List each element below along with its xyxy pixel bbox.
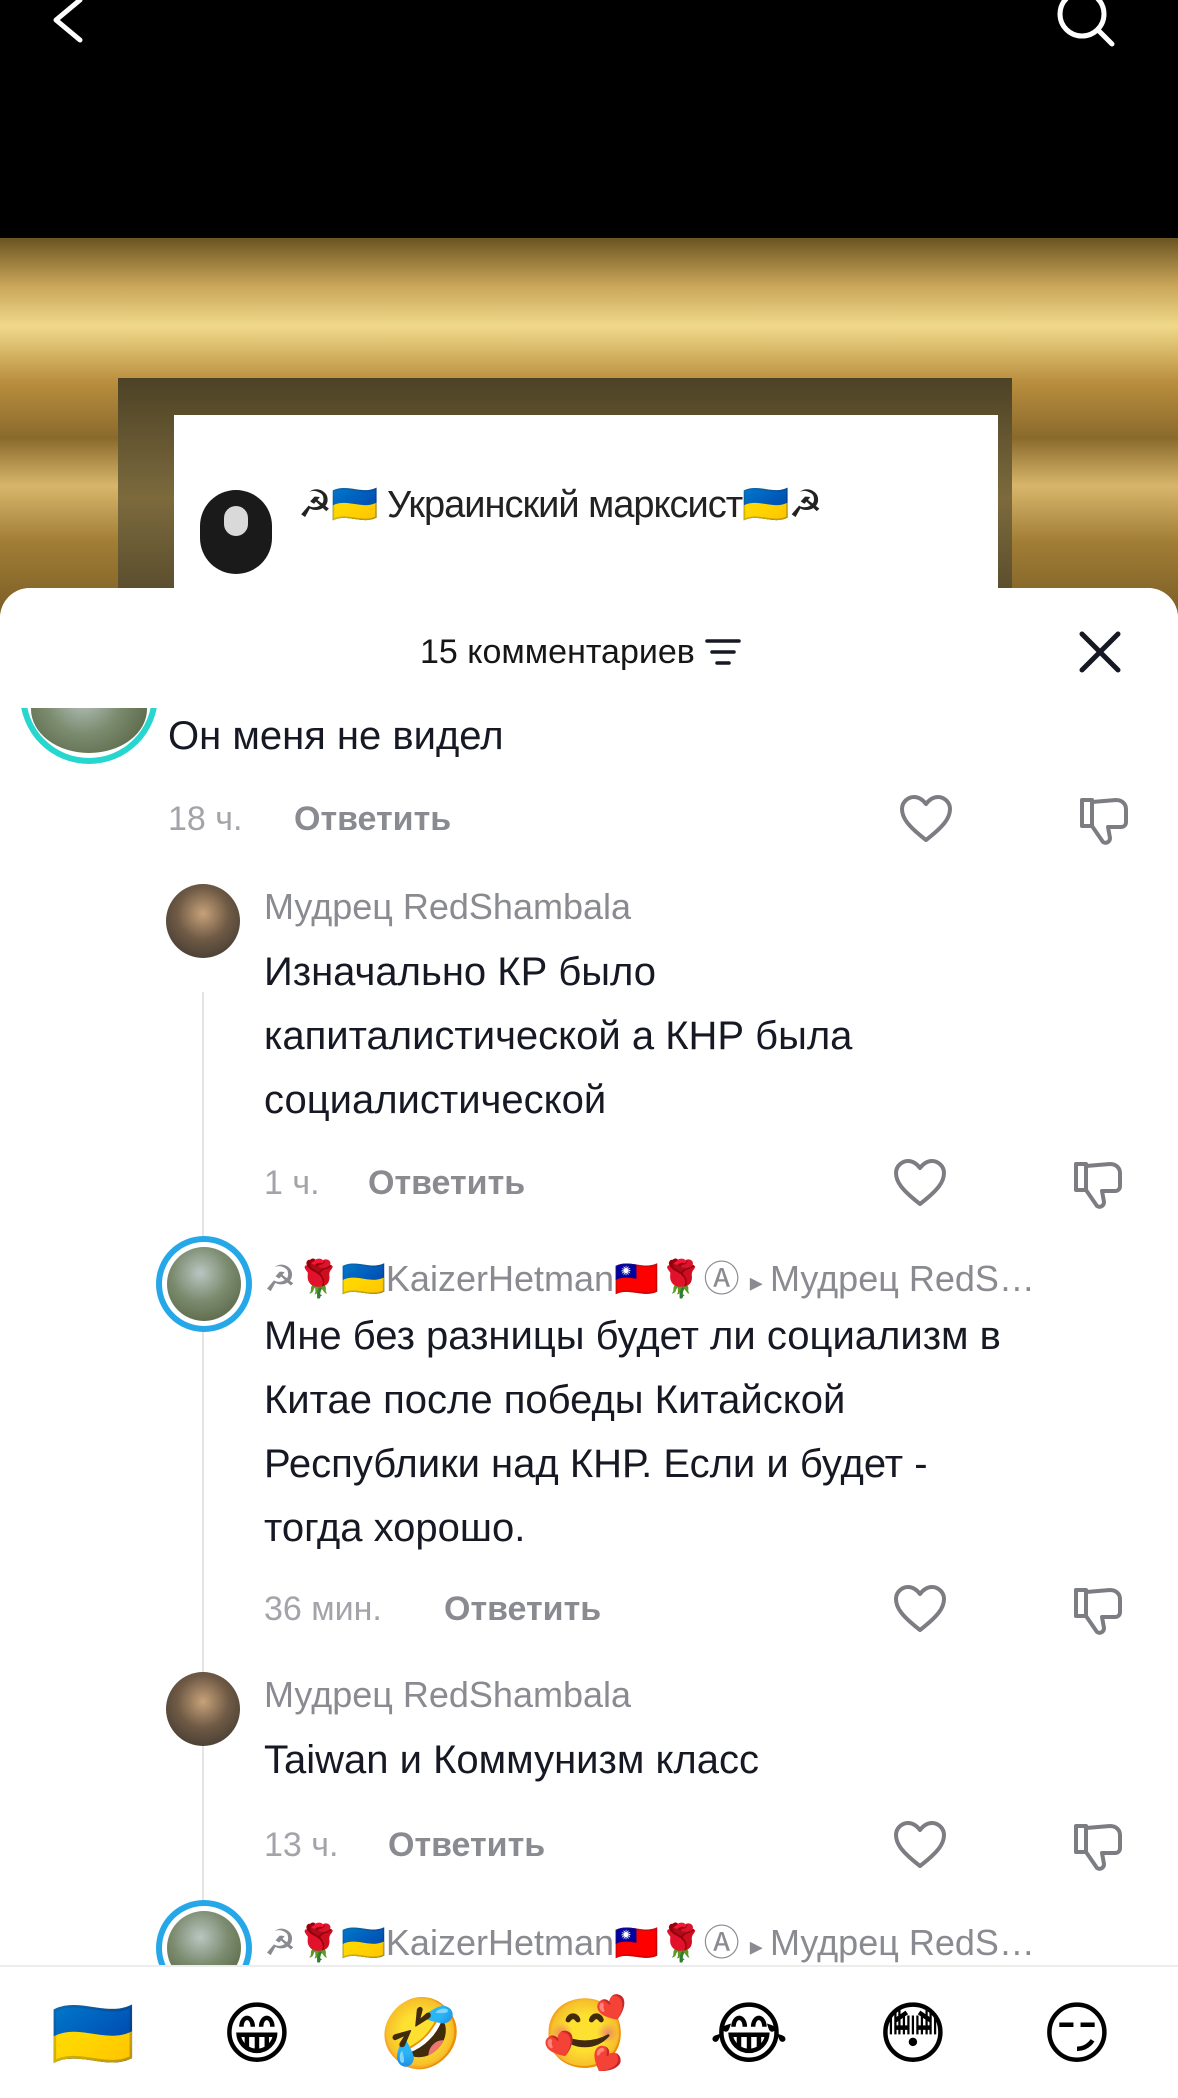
comment-text: Taiwan и Коммунизм класс (264, 1738, 759, 1782)
comments-header: 15 комментариев (0, 588, 1178, 708)
emoji-rofl[interactable]: 🤣 (376, 1989, 466, 2079)
thumbs-down-icon (1074, 1588, 1122, 1635)
reply-arrow-icon: ▸ (749, 1267, 770, 1297)
emoji-flushed[interactable]: 😳 (868, 1989, 958, 2079)
comment-text: Изначально КР было капиталистической а К… (264, 940, 852, 1132)
comment-username[interactable]: ☭🌹🇺🇦KaizerHetman🇹🇼🌹Ⓐ (264, 1922, 740, 1963)
comment-text-line: капиталистической а КНР была (264, 1014, 853, 1058)
filter-icon (705, 639, 741, 665)
comment-time: 18 ч. (168, 800, 243, 838)
comment-username[interactable]: Мудрец RedShambala (264, 1674, 631, 1716)
comment-username[interactable]: Мудрец RedShambala (264, 886, 631, 928)
dislike-button[interactable] (1070, 1156, 1126, 1212)
heart-outline-icon (894, 1821, 946, 1868)
like-button[interactable] (898, 792, 954, 848)
picture-title: ☭🇺🇦 Украинский марксист🇺🇦☭ (298, 484, 823, 526)
comment-text-line: Изначально КР было (264, 950, 657, 994)
comment-text-line: Мне без разницы будет ли социализм в (264, 1314, 1001, 1358)
top-bar (0, 0, 1178, 240)
reply-to-username[interactable]: Мудрец RedS… (770, 1258, 1035, 1299)
comment-header: ☭🌹🇺🇦KaizerHetman🇹🇼🌹Ⓐ ▸ Мудрец RedS… (264, 1250, 1035, 1302)
comment-header: ☭🌹🇺🇦KaizerHetman🇹🇼🌹Ⓐ ▸ Мудрец RedS… (264, 1914, 1035, 1966)
comment-count-group[interactable]: 15 комментариев (420, 628, 743, 676)
comment-count-title: 15 комментариев (420, 632, 695, 671)
heart-outline-icon (894, 1585, 946, 1632)
heart-outline-icon (900, 795, 952, 842)
reply-arrow-icon: ▸ (749, 1931, 770, 1961)
comments-list[interactable]: Он меня не видел 18 ч. Ответить Мудрец R… (0, 588, 1178, 1968)
comment-text-line: тогда хорошо. (264, 1506, 526, 1550)
reply-button[interactable]: Ответить (294, 800, 451, 839)
search-button[interactable] (1050, 0, 1120, 55)
comment-text-line: Республики над КНР. Если и будет - (264, 1442, 928, 1486)
comment-username[interactable]: ☭🌹🇺🇦KaizerHetman🇹🇼🌹Ⓐ (264, 1258, 740, 1299)
search-icon (1057, 0, 1115, 47)
dislike-button[interactable] (1076, 792, 1132, 848)
emoji-ukraine-flag[interactable]: 🇺🇦 (48, 1989, 138, 2079)
thumbs-down-icon (1074, 1824, 1122, 1871)
like-button[interactable] (892, 1818, 948, 1874)
heart-outline-icon (894, 1159, 946, 1206)
avatar[interactable] (166, 1672, 240, 1746)
avatar[interactable] (166, 884, 240, 958)
picture-avatar (200, 490, 272, 574)
reply-button[interactable]: Ответить (388, 1826, 545, 1865)
dislike-button[interactable] (1070, 1818, 1126, 1874)
close-button[interactable] (1076, 628, 1124, 676)
thumbs-down-icon (1074, 1162, 1122, 1209)
comment-time: 36 мин. (264, 1590, 382, 1628)
comments-sheet: 15 комментариев Он меня не видел 18 ч. О… (0, 588, 1178, 2096)
comment-time: 13 ч. (264, 1826, 339, 1864)
avatar[interactable] (156, 1900, 252, 1968)
like-button[interactable] (892, 1156, 948, 1212)
comment-text: Он меня не видел (168, 714, 504, 758)
emoji-grinning[interactable]: 😁 (212, 1989, 302, 2079)
close-icon (1079, 631, 1121, 673)
like-button[interactable] (892, 1582, 948, 1638)
emoji-joy[interactable]: 😂 (704, 1989, 794, 2079)
dislike-button[interactable] (1070, 1582, 1126, 1638)
comment-text-line: социалистической (264, 1078, 607, 1122)
thumbs-down-icon (1080, 798, 1128, 845)
back-button[interactable] (40, 0, 100, 50)
comment-text: Мне без разницы будет ли социализм в Кит… (264, 1304, 1001, 1560)
reply-to-username[interactable]: Мудрец RedS… (770, 1922, 1035, 1963)
comment-text-line: Китае после победы Китайской (264, 1378, 846, 1422)
avatar[interactable] (156, 1236, 252, 1332)
reply-button[interactable]: Ответить (444, 1590, 601, 1629)
reply-button[interactable]: Ответить (368, 1164, 525, 1203)
comment-time: 1 ч. (264, 1164, 320, 1202)
emoji-smiling-hearts[interactable]: 🥰 (540, 1989, 630, 2079)
emoji-smirk[interactable]: 😏 (1032, 1989, 1122, 2079)
chevron-left-icon (53, 0, 83, 43)
emoji-bar: 🇺🇦 😁 🤣 🥰 😂 😳 😏 (0, 1965, 1178, 2098)
